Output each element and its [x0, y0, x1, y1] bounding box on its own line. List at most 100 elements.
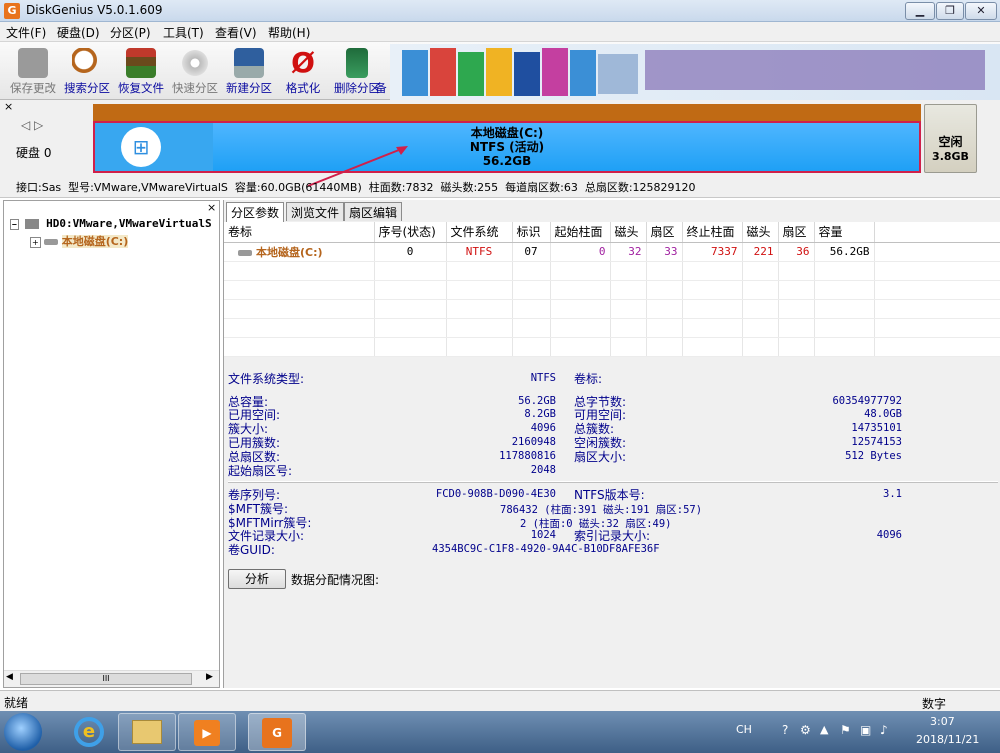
- partition-fs: NTFS (活动): [469, 140, 545, 154]
- action-center-icon[interactable]: ⚑: [840, 723, 851, 737]
- menu-partition[interactable]: 分区(P): [110, 24, 151, 41]
- settings-tray-icon[interactable]: ⚙: [800, 723, 811, 737]
- col-start-sector[interactable]: 扇区: [646, 222, 683, 243]
- start-button[interactable]: [4, 713, 42, 751]
- analyze-button[interactable]: 分析: [228, 569, 286, 589]
- media-player-icon: ▶: [194, 720, 220, 746]
- format-icon: Ø: [291, 46, 315, 79]
- col-volume[interactable]: 卷标: [224, 222, 375, 243]
- search-partition-button[interactable]: 搜索分区: [58, 46, 116, 98]
- panel-close-icon[interactable]: ×: [4, 100, 13, 113]
- partition-block-c[interactable]: ⊞ 本地磁盘(C:) NTFS (活动) 56.2GB: [93, 121, 921, 173]
- scroll-left-icon[interactable]: ◀: [6, 672, 13, 682]
- expand-icon[interactable]: +: [30, 237, 41, 248]
- sector-size-label: 扇区大小:: [574, 450, 627, 464]
- ntfs-version-value: 3.1: [883, 488, 902, 500]
- tree-partition-node[interactable]: + 本地磁盘(C:): [30, 233, 129, 249]
- distribution-label: 数据分配情况图:: [291, 573, 380, 587]
- save-changes-button[interactable]: 保存更改: [4, 46, 62, 98]
- scroll-right-icon[interactable]: ▶: [206, 672, 213, 682]
- tree-disk-node[interactable]: − HD0:VMware,VMwareVirtualS: [10, 217, 212, 230]
- menu-bar: 文件(F) 硬盘(D) 分区(P) 工具(T) 查看(V) 帮助(H): [0, 22, 1000, 42]
- fs-type-value: NTFS: [530, 372, 556, 384]
- status-bar: 就绪 数字: [0, 690, 1000, 711]
- menu-tools[interactable]: 工具(T): [163, 24, 204, 41]
- tree-horizontal-scrollbar[interactable]: ◀ III ▶: [4, 670, 219, 687]
- search-icon: [72, 48, 102, 78]
- disk-icon: [25, 219, 40, 229]
- col-end-cyl[interactable]: 终止柱面: [682, 222, 743, 243]
- scroll-thumb[interactable]: III: [20, 673, 192, 685]
- maximize-button[interactable]: ❐: [936, 2, 964, 20]
- used-clusters-value: 2160948: [511, 436, 556, 448]
- col-capacity[interactable]: 容量: [814, 222, 875, 243]
- menu-file[interactable]: 文件(F): [6, 24, 46, 41]
- tab-browse-files[interactable]: 浏览文件: [286, 202, 345, 221]
- quick-partition-button[interactable]: 快速分区: [166, 46, 224, 98]
- numlock-indicator: 数字: [922, 697, 947, 711]
- partition-name: 本地磁盘(C:): [470, 126, 544, 140]
- close-button[interactable]: ✕: [965, 2, 997, 20]
- restore-icon: [126, 48, 156, 78]
- col-id[interactable]: 标识: [512, 222, 551, 243]
- new-partition-icon: [234, 48, 264, 78]
- clock-date[interactable]: 2018/11/21: [916, 733, 979, 746]
- start-sector-label: 起始扇区号:: [228, 464, 293, 478]
- col-start-head[interactable]: 磁头: [610, 222, 647, 243]
- partition-detail-panel: 分区参数 浏览文件 扇区编辑 卷标 序号(状态) 文件系统 标识 起始柱面 磁头…: [223, 200, 1000, 688]
- tab-partition-params[interactable]: 分区参数: [226, 202, 285, 222]
- free-size: 3.8GB: [932, 150, 969, 163]
- mft-cluster-value: 786432 (柱面:391 磁头:191 扇区:57): [500, 504, 703, 516]
- free-label: 空闲: [938, 135, 963, 149]
- total-capacity-value: 56.2GB: [518, 395, 556, 407]
- col-end-head[interactable]: 磁头: [742, 222, 779, 243]
- partition-header-strip: [93, 104, 921, 122]
- minimize-button[interactable]: ▁: [905, 2, 935, 20]
- table-row[interactable]: 本地磁盘(C:) 0 NTFS 07 0 32 33 7337 221 36 5…: [224, 242, 1000, 262]
- partition-table: 卷标 序号(状态) 文件系统 标识 起始柱面 磁头 扇区 终止柱面 磁头 扇区 …: [224, 222, 1000, 357]
- fs-type-label: 文件系统类型:: [228, 372, 305, 386]
- ad-banner[interactable]: [390, 44, 1000, 102]
- free-space-block[interactable]: 空闲 3.8GB: [924, 104, 977, 173]
- backup-button[interactable]: 备: [374, 46, 388, 98]
- free-space-value: 48.0GB: [864, 408, 902, 420]
- disk-prev-icon[interactable]: ◁: [21, 118, 30, 132]
- new-partition-button[interactable]: 新建分区: [220, 46, 278, 98]
- table-header-row: 卷标 序号(状态) 文件系统 标识 起始柱面 磁头 扇区 终止柱面 磁头 扇区 …: [224, 222, 1000, 243]
- tree-close-icon[interactable]: ×: [207, 201, 216, 214]
- show-hidden-icons[interactable]: ▲: [820, 723, 828, 736]
- menu-help[interactable]: 帮助(H): [268, 24, 310, 41]
- disk-label: 硬盘 0: [16, 146, 52, 160]
- folder-icon: [132, 720, 162, 744]
- taskbar-diskgenius[interactable]: G: [248, 713, 306, 751]
- taskbar-explorer[interactable]: [118, 713, 176, 751]
- restore-files-button[interactable]: 恢复文件: [112, 46, 170, 98]
- col-index[interactable]: 序号(状态): [374, 222, 447, 243]
- menu-disk[interactable]: 硬盘(D): [57, 24, 100, 41]
- format-button[interactable]: Ø 格式化: [274, 46, 332, 98]
- col-end-sector[interactable]: 扇区: [778, 222, 815, 243]
- help-tray-icon[interactable]: ?: [782, 723, 788, 737]
- partition-size: 56.2GB: [482, 154, 532, 168]
- network-icon[interactable]: ▣: [860, 723, 871, 737]
- tab-sector-edit[interactable]: 扇区编辑: [344, 202, 403, 221]
- save-icon: [18, 48, 48, 78]
- cluster-size-value: 4096: [530, 422, 556, 434]
- volume-guid-label: 卷GUID:: [228, 543, 275, 557]
- col-filesystem[interactable]: 文件系统: [446, 222, 513, 243]
- section-divider: [228, 481, 998, 483]
- total-sectors-value: 117880816: [499, 450, 556, 462]
- clock-time[interactable]: 3:07: [930, 715, 955, 728]
- title-bar: G DiskGenius V5.0.1.609 ▁ ❐ ✕: [0, 0, 1000, 22]
- disk-next-icon[interactable]: ▷: [34, 118, 43, 132]
- language-indicator[interactable]: CH: [736, 723, 752, 736]
- taskbar-media[interactable]: ▶: [178, 713, 236, 751]
- volume-guid-value: 4354BC9C-C1F8-4920-9A4C-B10DF8AFE36F: [432, 543, 660, 555]
- sector-size-value: 512 Bytes: [845, 450, 902, 462]
- menu-view[interactable]: 查看(V): [215, 24, 257, 41]
- volume-icon[interactable]: ♪: [880, 723, 888, 737]
- delete-icon: [346, 48, 368, 78]
- collapse-icon[interactable]: −: [10, 219, 19, 230]
- col-start-cyl[interactable]: 起始柱面: [550, 222, 611, 243]
- taskbar-ie[interactable]: e: [60, 713, 118, 751]
